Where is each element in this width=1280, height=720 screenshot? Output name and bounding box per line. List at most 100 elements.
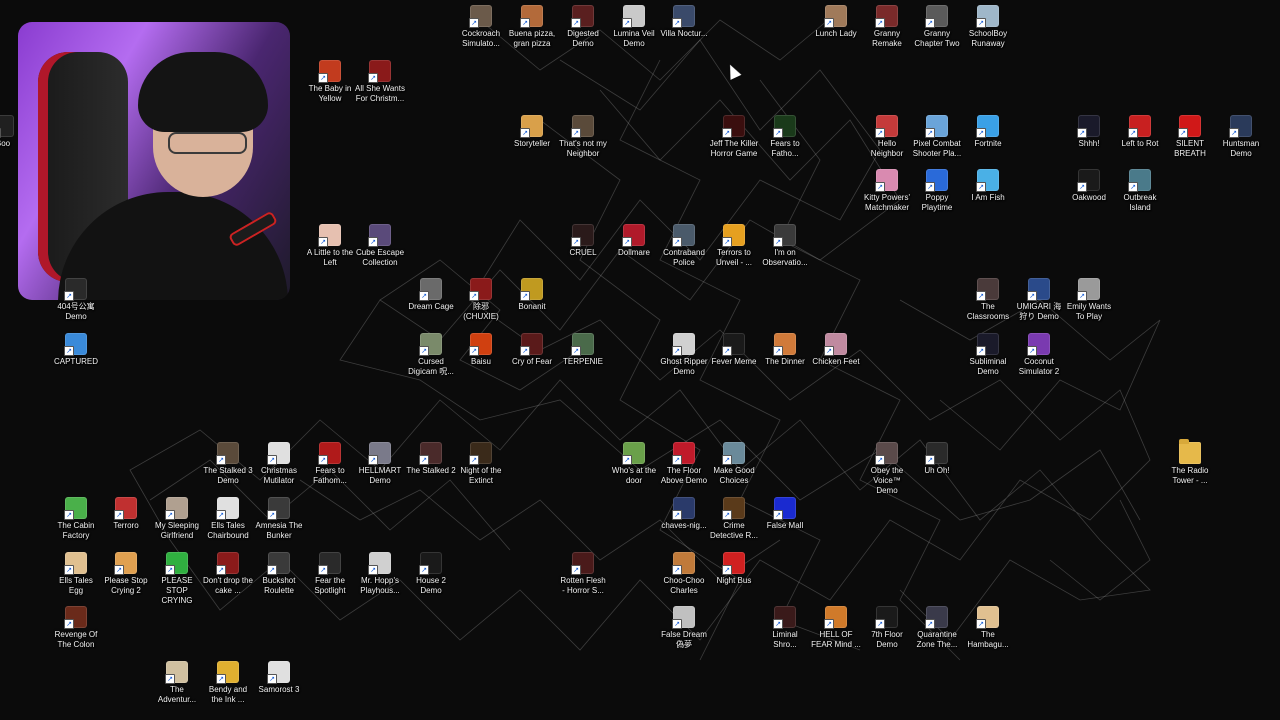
desktop-icon-cry-of-fear[interactable]: ↗ Cry of Fear bbox=[507, 333, 557, 367]
desktop-icon-shhh[interactable]: ↗ Shhh! bbox=[1064, 115, 1114, 149]
desktop-icon-fear-the-spotlight[interactable]: ↗ Fear the Spotlight bbox=[305, 552, 355, 596]
desktop-icon-terroro[interactable]: ↗ Terroro bbox=[101, 497, 151, 531]
desktop-icon-subliminal-demo[interactable]: ↗ Subliminal Demo bbox=[963, 333, 1013, 377]
desktop-icon-cockroach-simulato[interactable]: ↗ Cockroach Simulato... bbox=[456, 5, 506, 49]
desktop-icon-amnesia-the-bunker[interactable]: ↗ Amnesia The Bunker bbox=[254, 497, 304, 541]
desktop-icon-please-stop-crying-2[interactable]: ↗ Please Stop Crying 2 bbox=[101, 552, 151, 596]
desktop-icon-jeff-the-killer-horror-game[interactable]: ↗ Jeff The Killer Horror Game bbox=[709, 115, 759, 159]
game-shortcut-icon: ↗ bbox=[622, 442, 645, 465]
desktop-icon-granny-chapter-two[interactable]: ↗ Granny Chapter Two bbox=[912, 5, 962, 49]
desktop-icon-poppy-playtime[interactable]: ↗ Poppy Playtime bbox=[912, 169, 962, 213]
desktop-icon-ells-tales-egg[interactable]: ↗ Ells Tales Egg bbox=[51, 552, 101, 596]
desktop-icon-samorost-3[interactable]: ↗ Samorost 3 bbox=[254, 661, 304, 695]
desktop-icon-lunch-lady[interactable]: ↗ Lunch Lady bbox=[811, 5, 861, 39]
desktop-icon-terpenie[interactable]: ↗ TERPENIE bbox=[558, 333, 608, 367]
desktop-icon-buckshot-roulette[interactable]: ↗ Buckshot Roulette bbox=[254, 552, 304, 596]
desktop-icon-my-sleeping-girlfriend[interactable]: ↗ My Sleeping Girlfriend bbox=[152, 497, 202, 541]
desktop-icon-dream-cage[interactable]: ↗ Dream Cage bbox=[406, 278, 456, 312]
desktop-icon-fears-to-fatho[interactable]: ↗ Fears to Fatho... bbox=[760, 115, 810, 159]
desktop-icon-umigari-demo[interactable]: ↗ UMIGARI 海狩り Demo bbox=[1014, 278, 1064, 322]
desktop-icon-revenge-of-the-colon[interactable]: ↗ Revenge Of The Colon bbox=[51, 606, 101, 650]
desktop-icon-all-she-wants-for-christm[interactable]: ↗ All She Wants For Christm... bbox=[355, 60, 405, 104]
desktop-icon-pixel-combat-shooter-pla[interactable]: ↗ Pixel Combat Shooter Pla... bbox=[912, 115, 962, 159]
desktop-icon-kitty-powers-matchmaker[interactable]: ↗ Kitty Powers' Matchmaker bbox=[862, 169, 912, 213]
desktop-icon-the-classrooms[interactable]: ↗ The Classrooms bbox=[963, 278, 1013, 322]
desktop-icon-make-good-choices[interactable]: ↗ Make Good Choices bbox=[709, 442, 759, 486]
desktop-icon-digested-demo[interactable]: ↗ Digested Demo bbox=[558, 5, 608, 49]
desktop-icon-hellmart-demo[interactable]: ↗ HELLMART Demo bbox=[355, 442, 405, 486]
desktop-icon-bendy-and-the-ink[interactable]: ↗ Bendy and the Ink ... bbox=[203, 661, 253, 705]
desktop-icon-i-am-fish[interactable]: ↗ I Am Fish bbox=[963, 169, 1013, 203]
desktop-icon-crime-detective-r[interactable]: ↗ Crime Detective R... bbox=[709, 497, 759, 541]
desktop-icon-mr-hopp-s-playhous[interactable]: ↗ Mr. Hopp's Playhous... bbox=[355, 552, 405, 596]
desktop-icon-the-stalked-2[interactable]: ↗ The Stalked 2 bbox=[406, 442, 456, 476]
desktop-icon-emily-wants-to-play[interactable]: ↗ Emily Wants To Play bbox=[1064, 278, 1114, 322]
folder-icon bbox=[1179, 439, 1201, 464]
desktop-icon-lumina-veil-demo[interactable]: ↗ Lumina Veil Demo bbox=[609, 5, 659, 49]
desktop-icon-buena-pizza-gran-pizza[interactable]: ↗ Buena pizza, gran pizza bbox=[507, 5, 557, 49]
desktop-icon-fever-meme[interactable]: ↗ Fever Meme bbox=[709, 333, 759, 367]
desktop-icon-a-little-to-the-left[interactable]: ↗ A Little to the Left bbox=[305, 224, 355, 268]
desktop-icon-storyteller[interactable]: ↗ Storyteller bbox=[507, 115, 557, 149]
desktop-icon-boo[interactable]: ↗Boo bbox=[0, 115, 28, 149]
desktop-icon-christmas-mutilator[interactable]: ↗ Christmas Mutilator bbox=[254, 442, 304, 486]
desktop-icon-night-of-the-extinct[interactable]: ↗ Night of the Extinct bbox=[456, 442, 506, 486]
desktop-icon-the-adventur[interactable]: ↗ The Adventur... bbox=[152, 661, 202, 705]
game-shortcut-icon: ↗ bbox=[875, 606, 898, 629]
desktop-icon-false-dream[interactable]: ↗ False Dream 偽夢 bbox=[659, 606, 709, 650]
desktop-icon-label: The Cabin Factory bbox=[57, 521, 95, 540]
desktop-icon-bonanit[interactable]: ↗ Bonanit bbox=[507, 278, 557, 312]
desktop-icon-hell-of-fear-mind[interactable]: ↗ HELL OF FEAR Mind ... bbox=[811, 606, 861, 650]
desktop-icon-schoolboy-runaway[interactable]: ↗ SchoolBoy Runaway bbox=[963, 5, 1013, 49]
desktop-icon-villa-noctur[interactable]: ↗ Villa Noctur... bbox=[659, 5, 709, 39]
desktop-icon-uh-oh[interactable]: ↗ Uh Oh! bbox=[912, 442, 962, 476]
desktop-icon-ells-tales-chairbound[interactable]: ↗ Ells Tales Chairbound bbox=[203, 497, 253, 541]
desktop-icon-dollmare[interactable]: ↗ Dollmare bbox=[609, 224, 659, 258]
desktop-icon-fortnite[interactable]: ↗ Fortnite bbox=[963, 115, 1013, 149]
desktop-icon-7th-floor-demo[interactable]: ↗ 7th Floor Demo bbox=[862, 606, 912, 650]
desktop-icon-obey-the-voice-demo[interactable]: ↗ Obey the Voice™ Demo bbox=[862, 442, 912, 496]
desktop-icon-that-s-not-my-neighbor[interactable]: ↗ That's not my Neighbor bbox=[558, 115, 608, 159]
desktop-icon-liminal-shro[interactable]: ↗ Liminal Shro... bbox=[760, 606, 810, 650]
desktop-icon-false-mall[interactable]: ↗ False Mall bbox=[760, 497, 810, 531]
desktop-icon-granny-remake[interactable]: ↗ Granny Remake bbox=[862, 5, 912, 49]
desktop-icon-who-s-at-the-door[interactable]: ↗ Who's at the door bbox=[609, 442, 659, 486]
desktop-icon-silent-breath[interactable]: ↗ SILENT BREATH bbox=[1165, 115, 1215, 159]
desktop-icon-the-cabin-factory[interactable]: ↗ The Cabin Factory bbox=[51, 497, 101, 541]
desktop-icon-404-demo[interactable]: ↗ 404号公寓 Demo bbox=[51, 278, 101, 322]
desktop-icon-label: Huntsman Demo bbox=[1222, 139, 1260, 158]
desktop-icon-night-bus[interactable]: ↗ Night Bus bbox=[709, 552, 759, 586]
desktop-icon-captured[interactable]: ↗ CAPTURED bbox=[51, 333, 101, 367]
desktop-icon-chuxie[interactable]: ↗ 除邪 (CHUXIE) bbox=[456, 278, 506, 322]
desktop-icon-don-t-drop-the-cake[interactable]: ↗ Don't drop the cake ... bbox=[203, 552, 253, 596]
desktop-icon-the-radio-tower[interactable]: The Radio Tower - ... bbox=[1165, 439, 1215, 486]
desktop-icon-please-stop-crying[interactable]: ↗ PLEASE STOP CRYING bbox=[152, 552, 202, 606]
desktop-icon-the-stalked-3-demo[interactable]: ↗ The Stalked 3 Demo bbox=[203, 442, 253, 486]
desktop-icon-the-dinner[interactable]: ↗ The Dinner bbox=[760, 333, 810, 367]
desktop-icon-fears-to-fathom[interactable]: ↗ Fears to Fathom... bbox=[305, 442, 355, 486]
desktop-icon-cruel[interactable]: ↗ CRUEL bbox=[558, 224, 608, 258]
desktop-icon-quarantine-zone-the[interactable]: ↗ Quarantine Zone The... bbox=[912, 606, 962, 650]
desktop-icon-cursed-digicam[interactable]: ↗ Cursed Digicam 呪... bbox=[406, 333, 456, 377]
desktop-icon-the-floor-above-demo[interactable]: ↗ The Floor Above Demo bbox=[659, 442, 709, 486]
desktop-icon-chicken-feet[interactable]: ↗ Chicken Feet bbox=[811, 333, 861, 367]
desktop-icon-left-to-rot[interactable]: ↗ Left to Rot bbox=[1115, 115, 1165, 149]
desktop-icon-ghost-ripper-demo[interactable]: ↗ Ghost Ripper Demo bbox=[659, 333, 709, 377]
desktop-icon-the-hambagu[interactable]: ↗ The Hambagu... bbox=[963, 606, 1013, 650]
desktop-icon-coconut-simulator-2[interactable]: ↗ Coconut Simulator 2 bbox=[1014, 333, 1064, 377]
desktop-icon-house-2-demo[interactable]: ↗ House 2 Demo bbox=[406, 552, 456, 596]
game-shortcut-icon: ↗ bbox=[165, 552, 188, 575]
desktop-icon-baisu[interactable]: ↗ Baisu bbox=[456, 333, 506, 367]
desktop-icon-chaves-nig[interactable]: ↗ chaves-nig... bbox=[659, 497, 709, 531]
desktop-icon-i-m-on-observatio[interactable]: ↗ I'm on Observatio... bbox=[760, 224, 810, 268]
desktop-icon-contraband-police[interactable]: ↗ Contraband Police bbox=[659, 224, 709, 268]
desktop-icon-choo-choo-charles[interactable]: ↗ Choo-Choo Charles bbox=[659, 552, 709, 596]
desktop-icon-outbreak-island[interactable]: ↗ Outbreak Island bbox=[1115, 169, 1165, 213]
desktop-icon-rotten-flesh-horror-s[interactable]: ↗ Rotten Flesh - Horror S... bbox=[558, 552, 608, 596]
desktop-icon-huntsman-demo[interactable]: ↗ Huntsman Demo bbox=[1216, 115, 1266, 159]
desktop-icon-the-baby-in-yellow[interactable]: ↗ The Baby in Yellow bbox=[305, 60, 355, 104]
desktop-icon-terrors-to-unveil[interactable]: ↗ Terrors to Unveil - ... bbox=[709, 224, 759, 268]
desktop-icon-cube-escape-collection[interactable]: ↗ Cube Escape Collection bbox=[355, 224, 405, 268]
desktop-icon-hello-neighbor[interactable]: ↗ Hello Neighbor bbox=[862, 115, 912, 159]
desktop-icon-oakwood[interactable]: ↗ Oakwood bbox=[1064, 169, 1114, 203]
